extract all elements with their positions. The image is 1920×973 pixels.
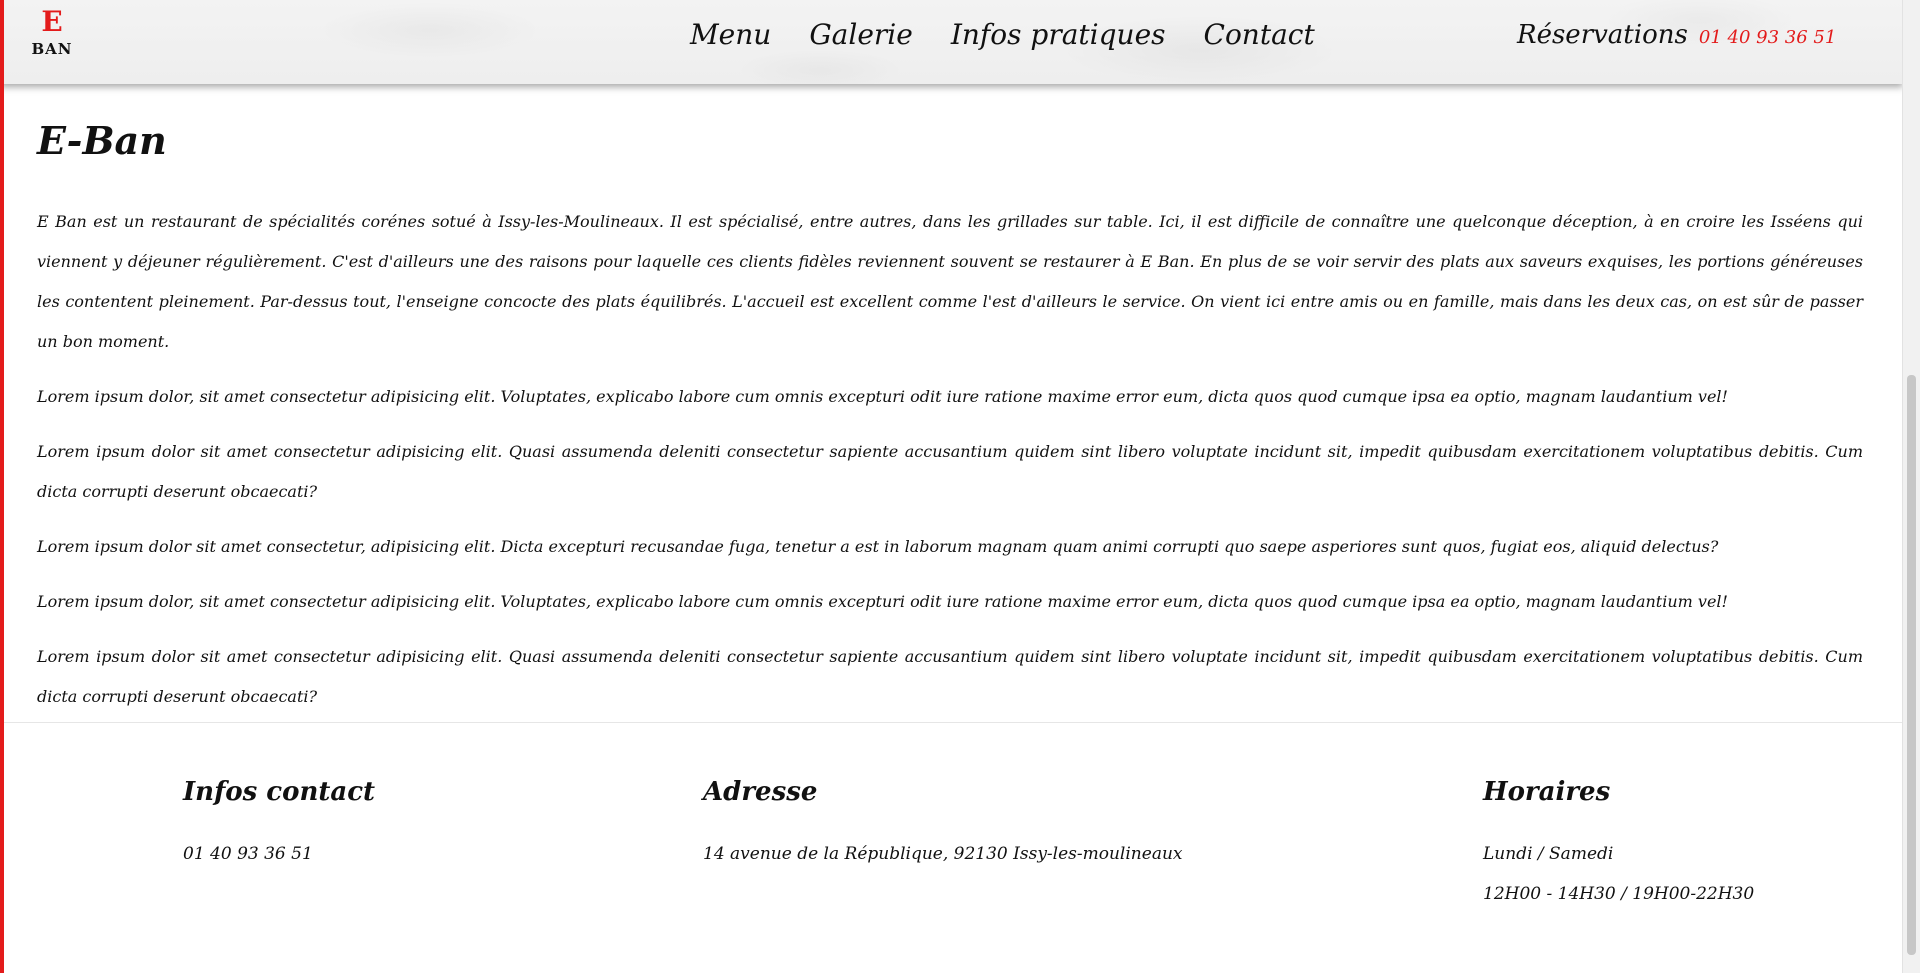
footer-hours-days: Lundi / Samedi <box>1483 844 1614 864</box>
main-content: E-Ban E Ban est un restaurant de spécial… <box>37 118 1863 732</box>
reservations-label: Réservations <box>1517 20 1688 50</box>
footer-contact: Infos contact 01 40 93 36 51 <box>183 772 375 874</box>
reservations-phone-link[interactable]: 01 40 93 36 51 <box>1699 27 1836 48</box>
footer-hours-times: 12H00 - 14H30 / 19H00-22H30 <box>1483 884 1755 904</box>
footer-divider <box>4 722 1903 723</box>
intro-paragraph: E Ban est un restaurant de spécialités c… <box>37 212 1863 351</box>
body-paragraph: Lorem ipsum dolor, sit amet consectetur … <box>37 387 1728 406</box>
reservations: Réservations 01 40 93 36 51 <box>1517 20 1836 50</box>
page: E BAN Menu Galerie Infos pratiques Conta… <box>0 0 1920 973</box>
nav-link-menu[interactable]: Menu <box>690 16 771 54</box>
nav-link-galerie[interactable]: Galerie <box>809 16 913 54</box>
footer-contact-phone[interactable]: 01 40 93 36 51 <box>183 834 375 874</box>
logo-mark: E <box>41 5 63 38</box>
body-paragraph: Lorem ipsum dolor sit amet consectetur, … <box>37 537 1719 556</box>
vertical-scrollbar[interactable] <box>1902 0 1920 973</box>
body-paragraph: Lorem ipsum dolor, sit amet consectetur … <box>37 592 1728 611</box>
footer-hours-title: Horaires <box>1483 777 1611 807</box>
page-title: E-Ban <box>37 118 167 163</box>
left-accent-bar <box>0 0 4 973</box>
footer-address-text: 14 avenue de la République, 92130 Issy-l… <box>703 844 1183 864</box>
body-paragraph: Lorem ipsum dolor sit amet consectetur a… <box>37 442 1863 501</box>
nav-link-contact[interactable]: Contact <box>1204 16 1315 54</box>
logo-wordmark: BAN <box>31 40 73 58</box>
footer-address-title: Adresse <box>703 777 818 807</box>
scrollbar-thumb[interactable] <box>1907 375 1916 955</box>
body-paragraph: Lorem ipsum dolor sit amet consectetur a… <box>37 647 1863 706</box>
footer-hours: Horaires Lundi / Samedi 12H00 - 14H30 / … <box>1483 772 1754 914</box>
nav-link-infos-pratiques[interactable]: Infos pratiques <box>951 16 1166 54</box>
logo[interactable]: E BAN <box>30 6 74 60</box>
footer-address: Adresse 14 avenue de la République, 9213… <box>703 772 1183 874</box>
site-header: E BAN Menu Galerie Infos pratiques Conta… <box>0 0 1903 84</box>
main-nav: Menu Galerie Infos pratiques Contact <box>690 16 1315 54</box>
footer-contact-title: Infos contact <box>183 777 376 807</box>
